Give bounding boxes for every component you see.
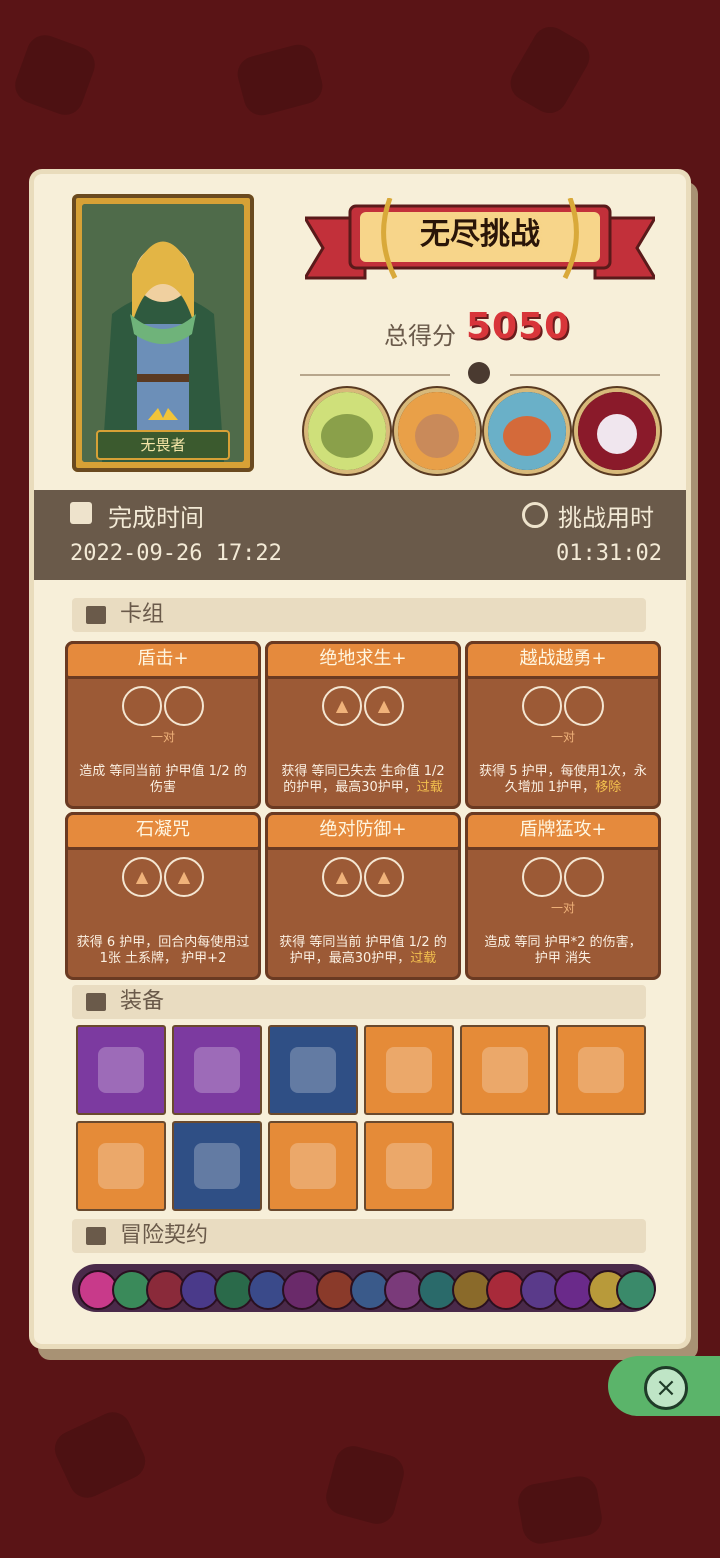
close-icon: × [644, 1366, 688, 1410]
equipment-section-title: 装备 [120, 989, 165, 1014]
close-button[interactable]: × [608, 1356, 720, 1416]
boss-portrait[interactable] [398, 392, 476, 470]
lion-shield-icon [98, 1047, 144, 1093]
deck-section-header: 卡组 [72, 598, 646, 632]
mode-title: 无尽挑战 [420, 217, 540, 252]
card-slots [468, 857, 658, 899]
stopwatch-icon [522, 502, 548, 528]
mossy-stone-icon [578, 1047, 624, 1093]
card-description: 造成 等同 护甲*2 的伤害， 护甲 消失 [484, 935, 642, 966]
card-sub: 一对 [550, 730, 575, 744]
horned-helmet-icon [194, 1047, 240, 1093]
boss-portrait[interactable] [308, 392, 386, 470]
background-shape [515, 1473, 605, 1547]
cards-icon [86, 606, 106, 624]
equipment-item[interactable] [76, 1025, 166, 1115]
card-title: 盾牌猛攻+ [465, 812, 661, 850]
card-description: 获得 6 护甲，回合内每使用过1张 土系牌， 护甲+2 [76, 935, 250, 966]
deck-section-title: 卡组 [120, 602, 165, 627]
background-shape [233, 40, 327, 120]
equipment-section-header: 装备 [72, 985, 646, 1019]
duration-value: 01:31:02 [556, 541, 662, 566]
contracts-section-title: 冒险契约 [120, 1223, 209, 1248]
card-description: 获得 5 护甲，每使用1次，永久增加 1护甲，移除 [479, 764, 647, 795]
spiked-armor-icon [290, 1143, 336, 1189]
hero-portrait: 无畏者 [72, 194, 254, 472]
cube-icon [86, 993, 106, 1011]
hero-name: 无畏者 [96, 430, 230, 460]
calendar-icon [70, 502, 92, 524]
card-slots [68, 686, 258, 728]
horn-icon [386, 1143, 432, 1189]
card-sub: 一对 [550, 901, 575, 915]
finish-time-label: 完成时间 [108, 504, 204, 532]
deck-card[interactable]: 盾牌猛攻+ 一对 造成 等同 护甲*2 的伤害， 护甲 消失 [465, 812, 661, 980]
contracts-strip [72, 1264, 656, 1312]
equipment-item[interactable] [460, 1025, 550, 1115]
boss-portrait[interactable] [488, 392, 566, 470]
background-shape [10, 30, 100, 120]
divider-right [510, 374, 660, 376]
finish-time-value: 2022-09-26 17:22 [70, 541, 282, 566]
equipment-item[interactable] [364, 1121, 454, 1211]
equipment-item[interactable] [268, 1025, 358, 1115]
armor-gauge-icon [290, 1047, 336, 1093]
score-label: 总得分 [384, 322, 456, 350]
card-description: 获得 等同已失去 生命值 1/2 的护甲，最高30护甲，过载 [281, 764, 445, 795]
card-sub: 一对 [150, 730, 175, 744]
deck-card[interactable]: 越战越勇+ 一对 获得 5 护甲，每使用1次，永久增加 1护甲，移除 [465, 641, 661, 809]
hero-illustration [82, 204, 244, 462]
card-title: 绝地求生+ [265, 641, 461, 679]
card-title: 石凝咒 [65, 812, 261, 850]
gold-emblem-icon [482, 1047, 528, 1093]
scroll-icon [194, 1143, 240, 1189]
card-slots [268, 686, 458, 728]
equipment-item[interactable] [364, 1025, 454, 1115]
card-slots [468, 686, 658, 728]
score-value: 5050 [466, 306, 571, 347]
duration-label: 挑战用时 [558, 504, 654, 532]
saw-blade-icon [386, 1047, 432, 1093]
contracts-section-header: 冒险契约 [72, 1219, 646, 1253]
divider-left [300, 374, 450, 376]
equipment-item[interactable] [556, 1025, 646, 1115]
equipment-item[interactable] [268, 1121, 358, 1211]
deck-card[interactable]: 盾击+ 一对 造成 等同当前 护甲值 1/2 的伤害 [65, 641, 261, 809]
equipment-item[interactable] [172, 1025, 262, 1115]
card-title: 绝对防御+ [265, 812, 461, 850]
contract-icon[interactable] [616, 1270, 656, 1310]
equipment-item[interactable] [76, 1121, 166, 1211]
ice-shield-icon [98, 1143, 144, 1189]
mode-banner: 无尽挑战 [305, 198, 655, 296]
background-shape [504, 20, 596, 120]
deck-card[interactable]: 石凝咒 获得 6 护甲，回合内每使用过1张 土系牌， 护甲+2 [65, 812, 261, 980]
deck-card[interactable]: 绝地求生+ 获得 等同已失去 生命值 1/2 的护甲，最高30护甲，过载 [265, 641, 461, 809]
boss-emblem-icon [468, 362, 490, 384]
background-shape [322, 1442, 408, 1528]
card-description: 获得 等同当前 护甲值 1/2 的护甲，最高30护甲，过载 [279, 935, 447, 966]
boss-portrait[interactable] [578, 392, 656, 470]
background-shape [48, 1406, 152, 1504]
equipment-item[interactable] [172, 1121, 262, 1211]
deck-card[interactable]: 绝对防御+ 获得 等同当前 护甲值 1/2 的护甲，最高30护甲，过载 [265, 812, 461, 980]
card-slots [68, 857, 258, 899]
card-title: 盾击+ [65, 641, 261, 679]
card-title: 越战越勇+ [465, 641, 661, 679]
card-description: 造成 等同当前 护甲值 1/2 的伤害 [79, 764, 247, 795]
person-icon [86, 1227, 106, 1245]
card-slots [268, 857, 458, 899]
